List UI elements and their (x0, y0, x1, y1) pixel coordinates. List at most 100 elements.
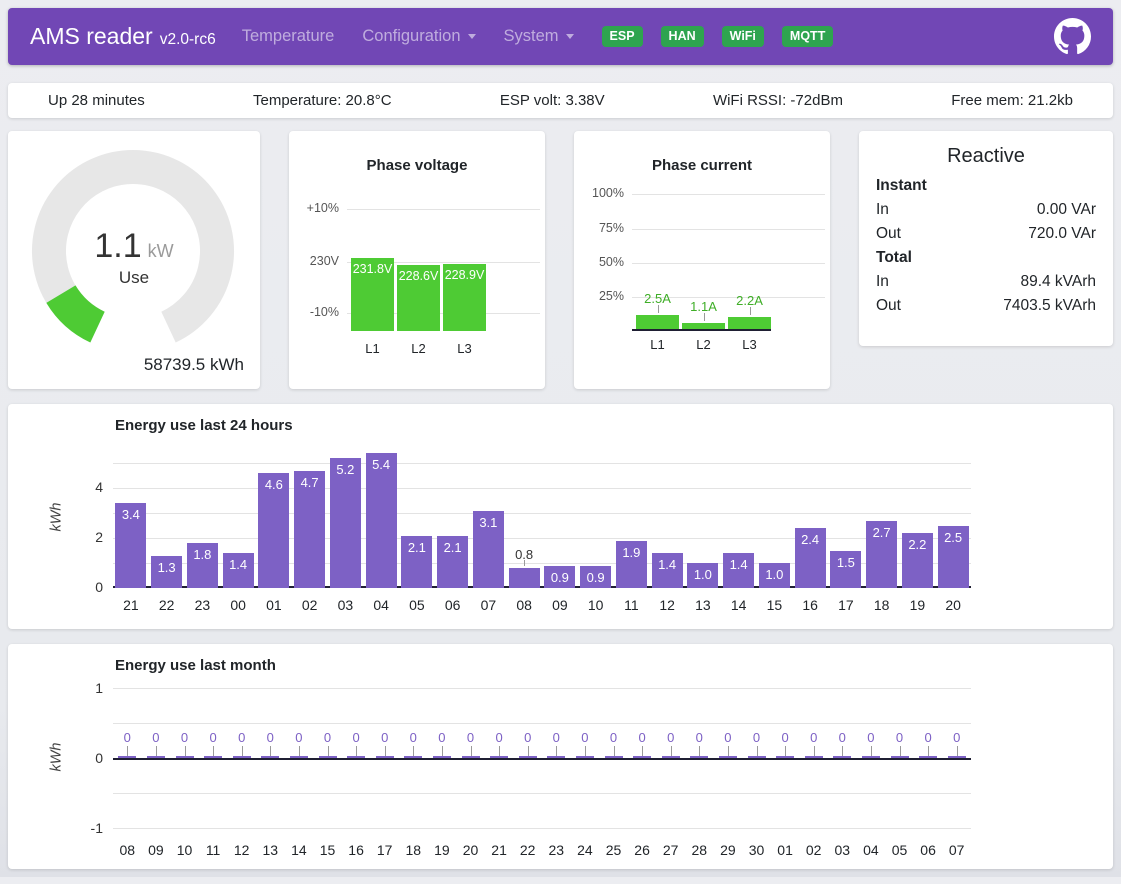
gridline (632, 194, 825, 195)
energy-month-plot: 10-1008009010011012013014015016017018019… (113, 684, 971, 834)
y-axis-tick: 0 (63, 579, 103, 595)
brand-link[interactable]: AMS reader v2.0-rc6 (30, 23, 216, 50)
x-axis-label: 03 (828, 842, 857, 858)
label-callout-line (127, 746, 128, 756)
app-title: AMS reader (30, 23, 153, 50)
bar-value-label: 0 (656, 730, 685, 745)
bar-L2 (682, 323, 725, 329)
bar-value-label: 2.7 (864, 525, 900, 540)
zero-bar (776, 756, 794, 758)
zero-bar (719, 756, 737, 758)
x-axis-label: 03 (328, 597, 364, 613)
bar-value-label: 4.6 (256, 477, 292, 492)
energy-month-title: Energy use last month (115, 657, 276, 674)
x-axis-label: 00 (220, 597, 256, 613)
x-axis-label: 15 (757, 597, 793, 613)
energy-24h-plot: 0243.4211.3221.8231.4004.6014.7025.2035.… (113, 440, 971, 588)
reactive-row: Out7403.5 kVArh (859, 294, 1113, 318)
zero-bar (433, 756, 451, 758)
zero-bar (948, 756, 966, 758)
x-axis-label: 11 (199, 842, 228, 858)
label-callout-line (900, 746, 901, 756)
x-axis-label: 02 (799, 842, 828, 858)
x-axis-label: 14 (721, 597, 757, 613)
bar-04 (366, 453, 397, 588)
gauge-value: 1.1 (94, 227, 141, 265)
reactive-row-label: Out (876, 222, 901, 246)
accumulated-energy: 58739.5 kWh (144, 355, 244, 375)
label-callout-line (871, 746, 872, 756)
reactive-row-label: Instant (876, 174, 927, 198)
github-link[interactable] (1054, 18, 1091, 55)
y-axis-tick: 50% (578, 255, 624, 269)
x-axis-label: L1 (351, 341, 394, 356)
bar-value-label: 0 (485, 730, 514, 745)
y-axis-tick: 100% (578, 186, 624, 200)
bar-value-label: 0 (399, 730, 428, 745)
x-axis-label: 04 (363, 597, 399, 613)
x-axis-label: L1 (636, 337, 679, 352)
bar-08 (509, 568, 540, 588)
gridline (113, 828, 971, 829)
label-callout-line (528, 746, 529, 756)
chevron-down-icon (566, 34, 574, 39)
label-callout-line (757, 746, 758, 756)
badge-mqtt: MQTT (782, 26, 833, 47)
zero-bar (833, 756, 851, 758)
bar-value-label: 0 (914, 730, 943, 745)
zero-bar (547, 756, 565, 758)
gridline (113, 538, 971, 539)
label-callout-line (270, 746, 271, 756)
x-axis-label: 17 (828, 597, 864, 613)
x-axis-label: 06 (914, 842, 943, 858)
bar-value-label: 0 (799, 730, 828, 745)
y-axis-tick: 2 (63, 529, 103, 545)
bar-value-label: 0.9 (578, 570, 614, 585)
zero-bar (376, 756, 394, 758)
y-axis-tick: -1 (63, 820, 103, 836)
badge-wifi: WiFi (722, 26, 764, 47)
bar-value-label: 1.4 (220, 557, 256, 572)
bar-L1 (636, 315, 679, 329)
zero-bar (519, 756, 537, 758)
y-axis-tick: -10% (293, 305, 339, 319)
nav-system[interactable]: System (504, 27, 574, 46)
bar-L3 (728, 317, 771, 329)
zero-bar (576, 756, 594, 758)
gridline (113, 688, 971, 689)
x-axis-label: 20 (935, 597, 971, 613)
bar-value-label: 0 (227, 730, 256, 745)
label-callout-line (842, 746, 843, 756)
label-callout-line (413, 746, 414, 756)
x-axis-label: 22 (513, 842, 542, 858)
reactive-row-label: In (876, 198, 889, 222)
x-axis-label: 07 (942, 842, 971, 858)
zero-bar (204, 756, 222, 758)
nav-configuration[interactable]: Configuration (362, 27, 475, 46)
top-cards-row: 1.1kW Use 58739.5 kWh Phase voltage +10%… (8, 131, 1113, 389)
y-axis-tick: 1 (63, 680, 103, 696)
bar-value-label: 2.1 (435, 540, 471, 555)
nav-temperature[interactable]: Temperature (242, 27, 335, 46)
gauge-readout: 1.1kW Use (8, 227, 260, 288)
zero-bar (347, 756, 365, 758)
main-nav: Temperature Configuration System (242, 27, 602, 46)
bar-value-label: 0 (828, 730, 857, 745)
x-axis-label: 17 (370, 842, 399, 858)
bar-value-label: 0 (542, 730, 571, 745)
x-axis-label: 22 (149, 597, 185, 613)
x-axis-label: L3 (443, 341, 486, 356)
y-axis-tick: 0 (63, 750, 103, 766)
gridline (347, 209, 540, 210)
bar-value-label: 0 (885, 730, 914, 745)
bar-value-label: 2.2A (728, 293, 771, 308)
phase-voltage-plot: +10%230V-10%231.8VL1228.6VL2228.9VL3 (347, 197, 540, 372)
reactive-row-value: 89.4 kVArh (1020, 270, 1096, 294)
zero-bar (490, 756, 508, 758)
x-axis-label: 24 (571, 842, 600, 858)
bar-value-label: 1.8 (185, 547, 221, 562)
x-axis-label: 23 (185, 597, 221, 613)
label-callout-line (728, 746, 729, 756)
status-badges: ESPHANWiFiMQTT (602, 26, 852, 47)
bar-value-label: 0 (113, 730, 142, 745)
